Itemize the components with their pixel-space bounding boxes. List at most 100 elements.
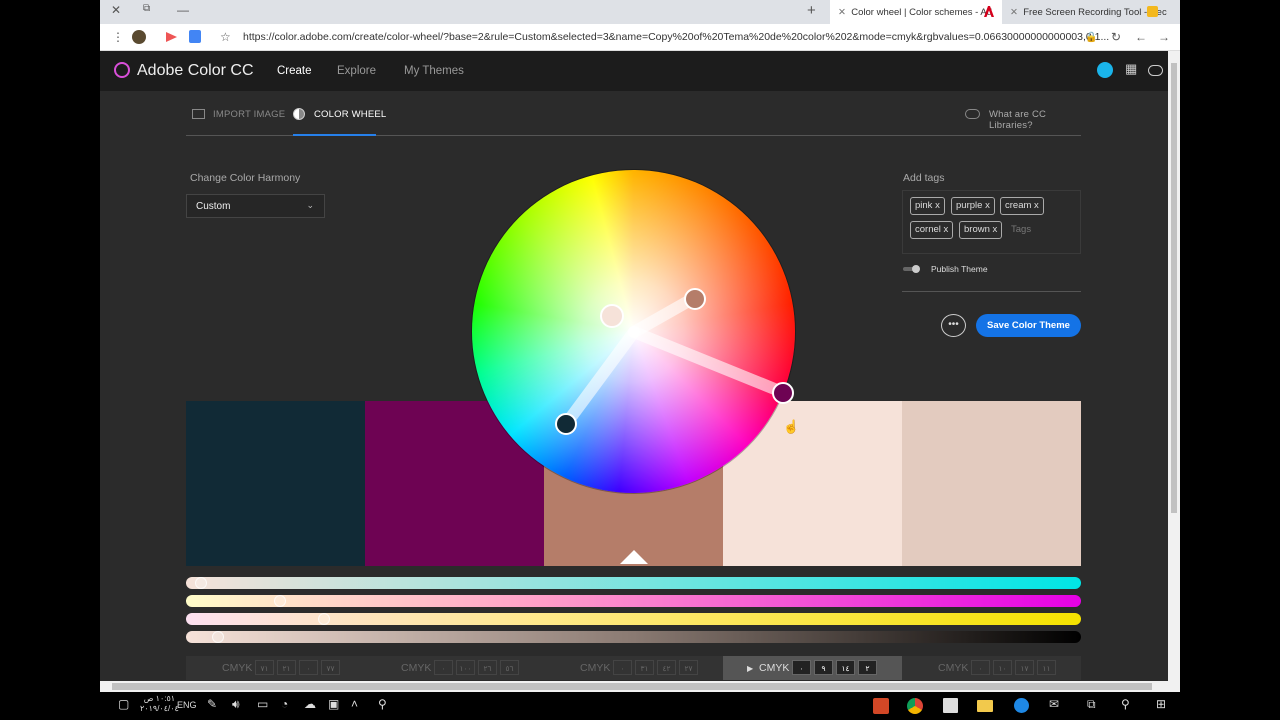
cmyk-c-input[interactable]: ٠ [613,660,632,675]
pen-icon[interactable]: ✎ [207,697,217,711]
file-explorer-icon[interactable] [977,700,993,712]
close-window-icon[interactable]: ✕ [111,3,121,17]
color-swatch[interactable] [186,401,365,566]
nav-explore[interactable]: Explore [337,65,376,77]
wheel-handle-navy[interactable] [555,413,577,435]
cmyk-m-input[interactable]: ١٠ [993,660,1012,675]
tag-chip[interactable]: brown x [959,221,1003,239]
tab-color-wheel[interactable]: COLOR WHEEL [314,109,386,120]
search-icon[interactable]: ⚲ [1121,697,1130,711]
start-windows-icon[interactable]: ⊞ [1156,697,1166,711]
action-center-icon[interactable]: ▢ [118,697,129,711]
wifi-icon[interactable]: ◔ [281,697,288,711]
magenta-slider[interactable] [186,595,1081,607]
cmyk-c-input[interactable]: ٧١ [255,660,274,675]
cyan-slider[interactable] [186,577,1081,589]
cmyk-k-input[interactable]: ٧٧ [321,660,340,675]
new-tab-button[interactable]: + [807,2,816,19]
harmony-select[interactable]: Custom ⌄ [186,194,325,218]
nav-my-themes[interactable]: My Themes [404,65,464,77]
cmyk-m-input[interactable]: ٢١ [277,660,296,675]
powerpoint-icon[interactable] [873,698,889,714]
expand-triangle-icon[interactable]: ▶ [747,664,753,673]
wheel-handle-base[interactable] [600,304,624,328]
adobe-color-logo-icon[interactable] [114,62,130,78]
scroll-thumb[interactable] [1171,63,1177,513]
store-icon[interactable] [943,698,958,713]
edge-icon[interactable] [1014,698,1029,713]
reload-icon[interactable]: ↻ [1111,30,1121,44]
creative-cloud-icon[interactable] [1148,65,1163,76]
url-text[interactable]: https://color.adobe.com/create/color-whe… [243,31,1109,43]
extension-icon[interactable] [166,32,177,42]
black-slider[interactable] [186,631,1081,643]
slider-knob[interactable] [194,577,207,589]
display-icon[interactable]: ▣ [328,697,339,711]
restore-window-icon[interactable]: ⧉ [143,3,150,14]
tag-chip[interactable]: purple x [951,197,995,215]
user-avatar[interactable] [1097,62,1113,78]
cmyk-m-input[interactable]: ١٠٠ [456,660,475,675]
wheel-handle-purple[interactable] [772,382,794,404]
horizontal-scrollbar[interactable] [100,681,1168,692]
task-view-icon[interactable]: ⧉ [1087,697,1096,712]
cmyk-m-input[interactable]: ٩ [814,660,833,675]
tags-input[interactable]: Tags [1011,224,1031,235]
tab-import-image[interactable]: IMPORT IMAGE [213,109,285,120]
cmyk-k-input[interactable]: ١١ [1037,660,1056,675]
people-icon[interactable]: ⚲ [378,697,387,711]
remove-tag-icon[interactable]: x [1034,200,1039,211]
tag-chip[interactable]: cornel x [910,221,954,239]
color-swatch[interactable] [902,401,1081,566]
onedrive-icon[interactable]: ☁ [304,697,316,711]
tag-chip[interactable]: cream x [1000,197,1044,215]
cmyk-y-input[interactable]: ١٤ [836,660,855,675]
remove-tag-icon[interactable]: x [944,224,949,235]
remove-tag-icon[interactable]: x [985,200,990,211]
cmyk-m-input[interactable]: ٣١ [635,660,654,675]
slider-knob[interactable] [274,595,287,607]
cmyk-y-input[interactable]: ٢٦ [478,660,497,675]
menu-kebab-icon[interactable]: ⋮ [112,30,124,44]
cmyk-k-input[interactable]: ٢٧ [679,660,698,675]
chrome-icon[interactable] [907,698,923,714]
forward-icon[interactable]: → [1158,30,1170,44]
bookmark-star-icon[interactable]: ☆ [220,30,231,44]
tag-chip[interactable]: pink x [910,197,945,215]
cmyk-c-input[interactable]: ٠ [434,660,453,675]
remove-tag-icon[interactable]: x [935,200,940,211]
yellow-slider[interactable] [186,613,1081,625]
apps-grid-icon[interactable]: ▦ [1125,61,1137,77]
slider-knob[interactable] [212,631,225,643]
clock[interactable]: ١٠:٥١ ص ٢٠١٩/٠٤/٠٤ [140,694,179,714]
slider-knob[interactable] [318,613,331,625]
remove-tag-icon[interactable]: x [993,224,998,235]
wheel-handle-brown[interactable] [684,288,706,310]
nav-create[interactable]: Create [277,65,312,77]
scroll-thumb[interactable] [112,683,1152,690]
back-icon[interactable]: ← [1135,30,1147,44]
volume-icon[interactable]: 🔊︎ [232,697,240,712]
cmyk-c-input[interactable]: ٠ [792,660,811,675]
cmyk-y-input[interactable]: ٠ [299,660,318,675]
cmyk-k-input[interactable]: ٥٦ [500,660,519,675]
tags-box[interactable]: pink x purple x cream x cornel x brown x… [902,190,1081,254]
cc-libraries-link[interactable]: What are CC Libraries? [989,109,1081,131]
cmyk-k-input[interactable]: ٢ [858,660,877,675]
save-theme-button[interactable]: Save Color Theme [976,314,1081,337]
translate-icon[interactable] [189,30,201,43]
close-tab-icon[interactable]: ✕ [838,7,849,18]
profile-avatar[interactable] [132,30,146,44]
more-options-button[interactable]: ••• [941,314,966,337]
show-hidden-icons-icon[interactable]: ˄ [351,697,358,711]
color-wheel[interactable] [472,170,795,493]
vertical-scrollbar[interactable] [1168,51,1180,692]
brand-name[interactable]: Adobe Color CC [137,62,254,80]
close-tab-icon[interactable]: ✕ [1010,7,1021,18]
minimize-window-icon[interactable]: — [177,3,189,17]
tab-screen-recorder[interactable]: ✕ Free Screen Recording Tool - Rec [1002,0,1172,24]
mail-icon[interactable]: ✉ [1049,697,1059,711]
language-indicator[interactable]: ENG [177,700,197,710]
battery-icon[interactable]: ▭ [257,697,268,711]
tab-color-wheel[interactable]: ✕ Color wheel | Color schemes - Ad [830,0,1002,24]
